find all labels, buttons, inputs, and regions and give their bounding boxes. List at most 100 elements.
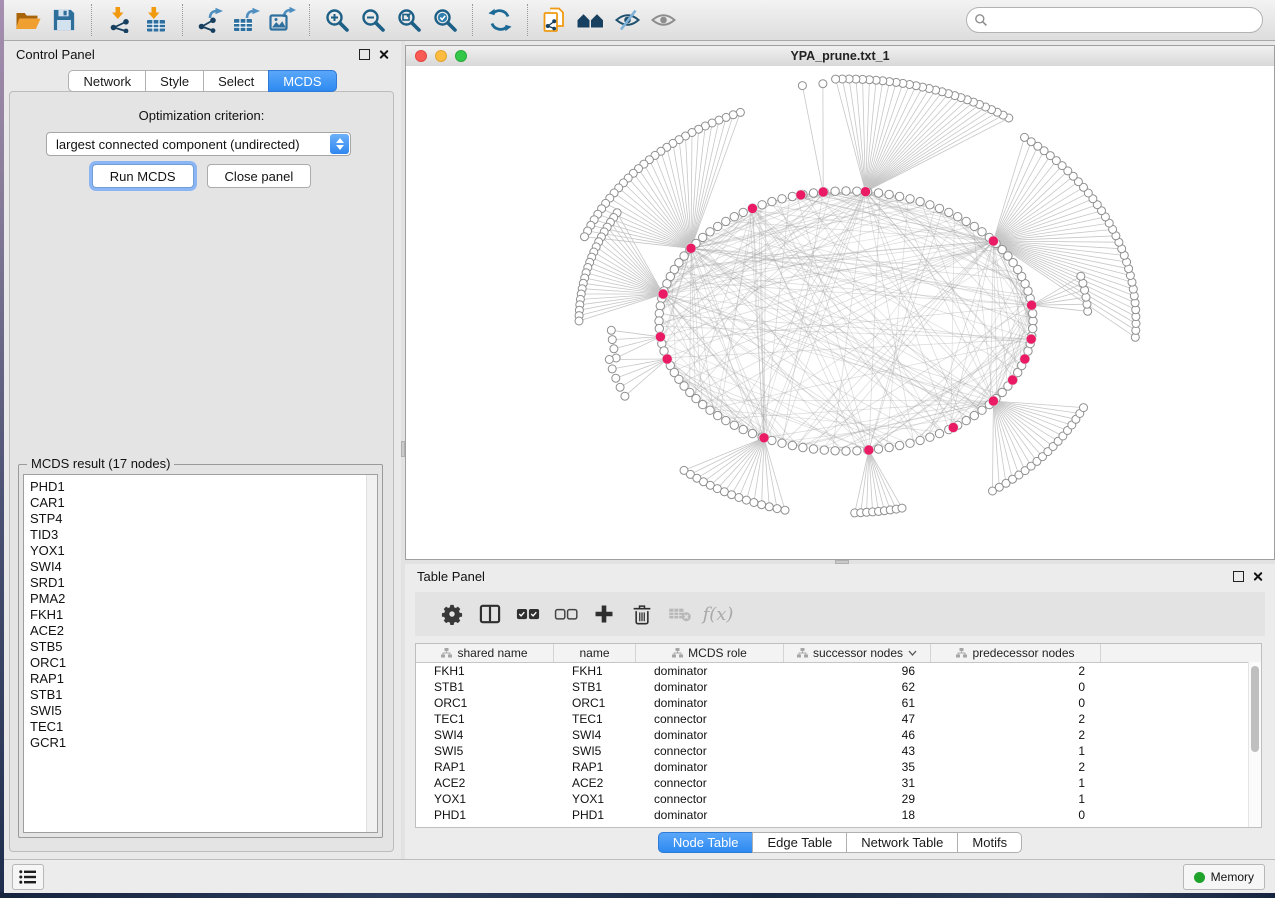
tab-motifs[interactable]: Motifs — [957, 832, 1022, 853]
table-row[interactable]: STB1STB1dominator620 — [416, 679, 1261, 695]
table-row[interactable]: TEC1TEC1connector472 — [416, 711, 1261, 727]
graph-mcds-node[interactable] — [658, 289, 668, 299]
tab-mcds[interactable]: MCDS — [268, 70, 336, 92]
graph-node[interactable] — [874, 189, 882, 197]
search-input[interactable] — [988, 10, 1262, 30]
graph-leaf-node[interactable] — [1080, 404, 1088, 412]
graph-node[interactable] — [778, 439, 786, 447]
graph-node[interactable] — [809, 189, 817, 197]
export-image-button[interactable] — [264, 3, 300, 37]
graph-leaf-node[interactable] — [819, 80, 827, 88]
table-row[interactable]: RAP1RAP1dominator352 — [416, 759, 1261, 775]
graph-node[interactable] — [799, 443, 807, 451]
graph-node[interactable] — [722, 416, 730, 424]
maximize-window-icon[interactable] — [455, 50, 467, 62]
network-canvas[interactable] — [406, 66, 1274, 559]
mcds-result-item[interactable]: PHD1 — [24, 479, 377, 495]
graph-node[interactable] — [962, 217, 970, 225]
zoom-fit-button[interactable] — [391, 3, 427, 37]
mcds-result-item[interactable]: FKH1 — [24, 607, 377, 623]
mcds-result-item[interactable]: SWI5 — [24, 703, 377, 719]
graph-leaf-node[interactable] — [607, 326, 615, 334]
graph-node[interactable] — [714, 411, 722, 419]
close-panel-icon[interactable] — [1252, 571, 1263, 582]
graph-node[interactable] — [809, 445, 817, 453]
graph-mcds-node[interactable] — [655, 332, 665, 342]
graph-node[interactable] — [926, 201, 934, 209]
graph-mcds-node[interactable] — [796, 190, 806, 200]
graph-mcds-node[interactable] — [988, 396, 998, 406]
mcds-result-item[interactable]: PMA2 — [24, 591, 377, 607]
zoom-selected-button[interactable] — [427, 3, 463, 37]
graph-node[interactable] — [935, 204, 943, 212]
search-field[interactable] — [966, 7, 1263, 33]
memory-button[interactable]: Memory — [1183, 864, 1265, 890]
graph-mcds-node[interactable] — [686, 243, 696, 253]
mcds-result-item[interactable]: RAP1 — [24, 671, 377, 687]
show-all-button[interactable] — [645, 3, 681, 37]
graph-node[interactable] — [842, 187, 850, 195]
close-window-icon[interactable] — [415, 50, 427, 62]
graph-node[interactable] — [706, 406, 714, 414]
graph-leaf-node[interactable] — [898, 504, 906, 512]
mcds-result-item[interactable]: SWI4 — [24, 559, 377, 575]
graph-leaf-node[interactable] — [742, 496, 750, 504]
mcds-result-item[interactable]: ACE2 — [24, 623, 377, 639]
export-network-button[interactable] — [192, 3, 228, 37]
task-history-button[interactable] — [12, 864, 44, 890]
graph-node[interactable] — [885, 443, 893, 451]
graph-mcds-node[interactable] — [864, 445, 874, 455]
graph-node[interactable] — [916, 197, 924, 205]
graph-leaf-node[interactable] — [612, 374, 620, 382]
graph-node[interactable] — [699, 233, 707, 241]
table-row[interactable]: PHD1PHD1dominator180 — [416, 807, 1261, 823]
first-neighbors-button[interactable] — [573, 3, 609, 37]
mcds-result-item[interactable]: YOX1 — [24, 543, 377, 559]
table-row[interactable]: SWI5SWI5connector431 — [416, 743, 1261, 759]
graph-node[interactable] — [722, 217, 730, 225]
select-all-rows-button[interactable] — [509, 596, 547, 632]
graph-leaf-node[interactable] — [610, 345, 618, 353]
save-session-button[interactable] — [46, 3, 82, 37]
graph-node[interactable] — [692, 394, 700, 402]
graph-node[interactable] — [730, 421, 738, 429]
graph-leaf-node[interactable] — [605, 356, 613, 364]
network-graph[interactable] — [406, 66, 1272, 559]
scrollbar-thumb[interactable] — [1251, 666, 1259, 752]
import-table-button[interactable] — [137, 3, 173, 37]
graph-mcds-node[interactable] — [1027, 300, 1037, 310]
graph-leaf-node[interactable] — [1077, 272, 1085, 280]
graph-leaf-node[interactable] — [608, 336, 616, 344]
mcds-result-item[interactable]: STP4 — [24, 511, 377, 527]
graph-node[interactable] — [970, 411, 978, 419]
deselect-all-rows-button[interactable] — [547, 596, 585, 632]
graph-node[interactable] — [906, 195, 914, 203]
import-network-button[interactable] — [101, 3, 137, 37]
graph-mcds-node[interactable] — [818, 187, 828, 197]
graph-leaf-node[interactable] — [735, 494, 743, 502]
graph-node[interactable] — [895, 192, 903, 200]
zoom-in-button[interactable] — [319, 3, 355, 37]
graph-leaf-node[interactable] — [750, 499, 758, 507]
graph-node[interactable] — [926, 433, 934, 441]
graph-node[interactable] — [954, 213, 962, 221]
table-row[interactable]: FKH1FKH1dominator962 — [416, 663, 1261, 679]
graph-leaf-node[interactable] — [781, 506, 789, 514]
close-panel-button[interactable]: Close panel — [207, 164, 312, 188]
tab-style[interactable]: Style — [145, 70, 204, 92]
graph-node[interactable] — [1029, 324, 1037, 332]
graph-leaf-node[interactable] — [616, 383, 624, 391]
graph-node[interactable] — [906, 439, 914, 447]
delete-column-button[interactable] — [623, 596, 661, 632]
table-row[interactable]: SWI4SWI4dominator462 — [416, 727, 1261, 743]
export-table-button[interactable] — [228, 3, 264, 37]
tab-select[interactable]: Select — [203, 70, 269, 92]
minimize-window-icon[interactable] — [435, 50, 447, 62]
tab-node-table[interactable]: Node Table — [658, 832, 754, 853]
tab-edge-table[interactable]: Edge Table — [752, 832, 847, 853]
mcds-result-item[interactable]: STB5 — [24, 639, 377, 655]
graph-mcds-node[interactable] — [861, 187, 871, 197]
graph-node[interactable] — [978, 228, 986, 236]
graph-node[interactable] — [758, 201, 766, 209]
column-header-successor-nodes[interactable]: successor nodes — [784, 644, 931, 662]
